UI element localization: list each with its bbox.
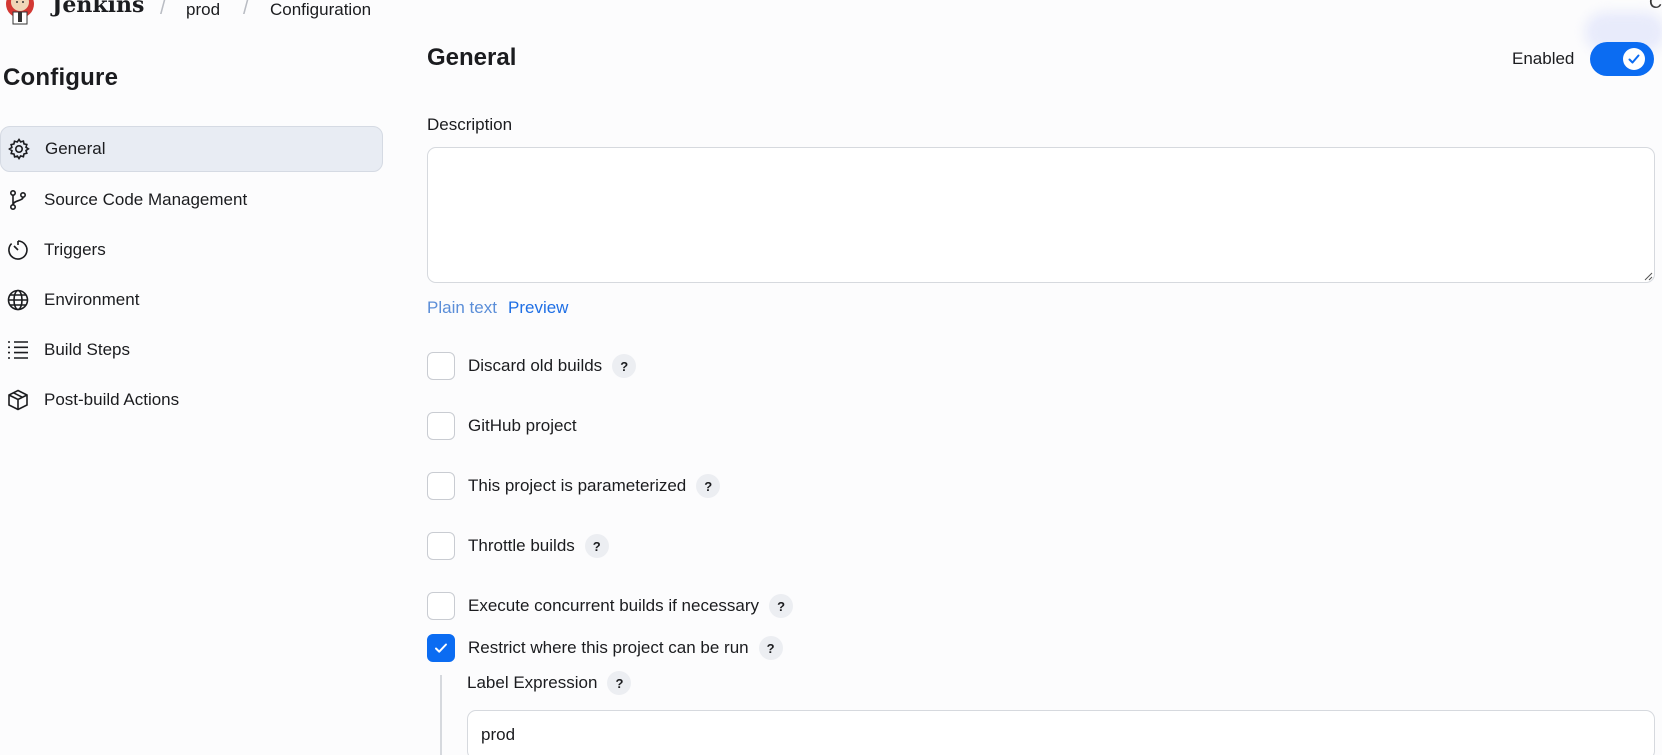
sidebar-item-general[interactable]: General	[0, 126, 383, 172]
sidebar-title: Configure	[3, 64, 119, 91]
list-icon	[6, 338, 30, 362]
checkbox[interactable]	[427, 352, 455, 380]
preview-link[interactable]: Preview	[508, 298, 568, 318]
sidebar-item-label: Triggers	[44, 240, 106, 259]
jenkins-logo[interactable]	[4, 0, 36, 28]
enabled-toggle[interactable]	[1590, 42, 1654, 76]
sidebar-item-label: Post-build Actions	[44, 390, 180, 409]
description-label: Description	[427, 115, 513, 134]
package-icon	[6, 388, 30, 412]
sidebar-item-label: Source Code Management	[44, 190, 248, 209]
plain-text-link[interactable]: Plain text	[427, 298, 497, 318]
option-parameterized: This project is parameterized ?	[427, 471, 721, 501]
enabled-label: Enabled	[1512, 49, 1575, 68]
option-label[interactable]: Execute concurrent builds if necessary	[468, 596, 759, 616]
label-expression-label: Label Expression	[467, 673, 598, 692]
option-github-project: GitHub project	[427, 411, 577, 441]
option-label[interactable]: Throttle builds	[468, 536, 575, 556]
brand-name[interactable]: Jenkins	[52, 0, 144, 18]
breadcrumb-separator: /	[160, 0, 166, 19]
option-label[interactable]: GitHub project	[468, 416, 577, 436]
label-expression-row: Label Expression ?	[467, 671, 632, 695]
check-icon	[435, 643, 447, 653]
gear-icon	[7, 137, 31, 161]
header-corner-glyph: C	[1649, 0, 1662, 12]
sidebar-item-label: Environment	[44, 290, 140, 309]
help-icon[interactable]: ?	[584, 534, 609, 558]
breadcrumb-configuration[interactable]: Configuration	[270, 0, 371, 20]
section-title: General	[427, 44, 517, 71]
help-icon[interactable]: ?	[607, 671, 632, 695]
checkbox[interactable]	[427, 412, 455, 440]
option-throttle-builds: Throttle builds ?	[427, 531, 609, 561]
checkbox[interactable]	[427, 532, 455, 560]
resize-grip-icon[interactable]	[1643, 271, 1653, 281]
top-header: Jenkins / prod / Configuration C	[0, 0, 1662, 40]
checkbox[interactable]	[427, 592, 455, 620]
label-expression-input[interactable]: prod	[467, 710, 1655, 755]
help-icon[interactable]: ?	[769, 594, 794, 618]
sidebar-item-label: General	[45, 139, 106, 158]
help-icon[interactable]: ?	[612, 354, 637, 378]
option-concurrent-builds: Execute concurrent builds if necessary ?	[427, 591, 794, 621]
sidebar-item-triggers[interactable]: Triggers	[0, 227, 383, 273]
globe-icon	[6, 288, 30, 312]
breadcrumb-prod[interactable]: prod	[186, 0, 220, 20]
sidebar-item-source-code-management[interactable]: Source Code Management	[0, 177, 383, 223]
breadcrumb-separator: /	[243, 0, 249, 19]
check-icon	[1628, 54, 1640, 64]
checkbox-checked[interactable]	[427, 634, 455, 662]
sidebar-item-post-build-actions[interactable]: Post-build Actions	[0, 377, 383, 423]
option-label[interactable]: This project is parameterized	[468, 476, 686, 496]
option-label[interactable]: Discard old builds	[468, 356, 602, 376]
description-textarea[interactable]	[427, 147, 1655, 283]
nested-section-line	[440, 675, 442, 755]
toggle-knob	[1623, 48, 1645, 70]
timer-icon	[6, 238, 30, 262]
git-branch-icon	[6, 188, 30, 212]
help-icon[interactable]: ?	[758, 636, 783, 660]
option-restrict-where-run: Restrict where this project can be run ?	[427, 633, 783, 663]
option-discard-old-builds: Discard old builds ?	[427, 351, 637, 381]
sidebar-item-build-steps[interactable]: Build Steps	[0, 327, 383, 373]
sidebar-item-label: Build Steps	[44, 340, 130, 359]
sidebar-item-environment[interactable]: Environment	[0, 277, 383, 323]
checkbox[interactable]	[427, 472, 455, 500]
help-icon[interactable]: ?	[696, 474, 721, 498]
option-label[interactable]: Restrict where this project can be run	[468, 638, 749, 658]
